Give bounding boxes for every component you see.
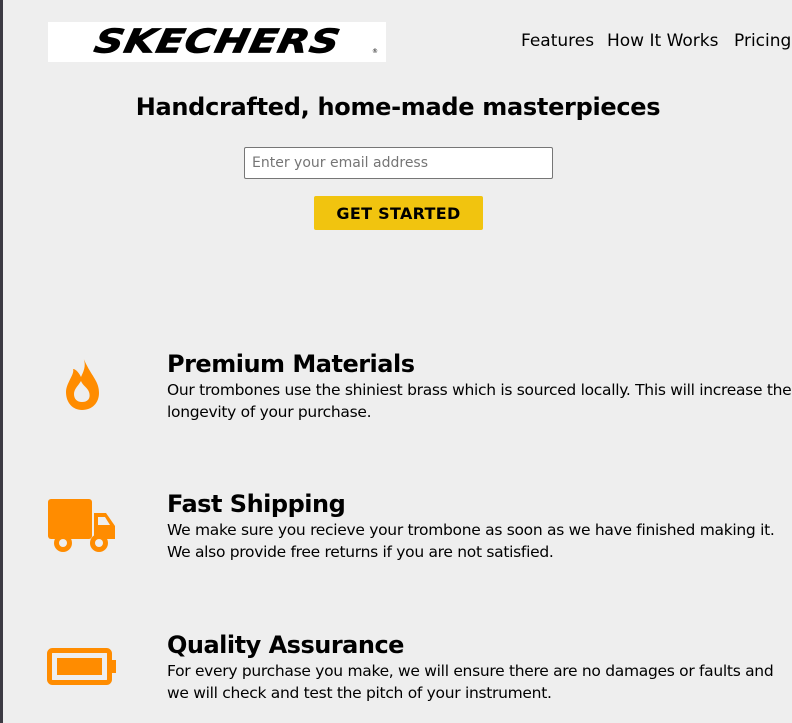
get-started-button[interactable]: GET STARTED [314,196,483,230]
nav-link-pricing[interactable]: Pricing [734,31,792,51]
main-nav: Features How It Works Pricing [521,31,792,51]
feature-description: Our trombones use the shiniest brass whi… [167,381,792,421]
feature-description: For every purchase you make, we will ens… [167,662,774,702]
fire-icon [60,356,104,416]
feature-title: Premium Materials [167,350,415,378]
feature-title: Fast Shipping [167,490,346,518]
feature-title: Quality Assurance [167,631,404,659]
nav-link-features[interactable]: Features [521,31,607,51]
brand-logo[interactable]: SKECHERS ® [48,22,386,62]
truck-icon [48,499,116,557]
nav-link-how-it-works[interactable]: How It Works [607,31,734,51]
registered-mark: ® [372,48,378,55]
feature-description: We make sure you recieve your trombone a… [167,521,775,561]
brand-logo-text: SKECHERS [90,23,344,62]
battery-icon [47,648,117,690]
email-input[interactable] [244,147,553,179]
hero-title: Handcrafted, home-made masterpieces [135,93,661,121]
